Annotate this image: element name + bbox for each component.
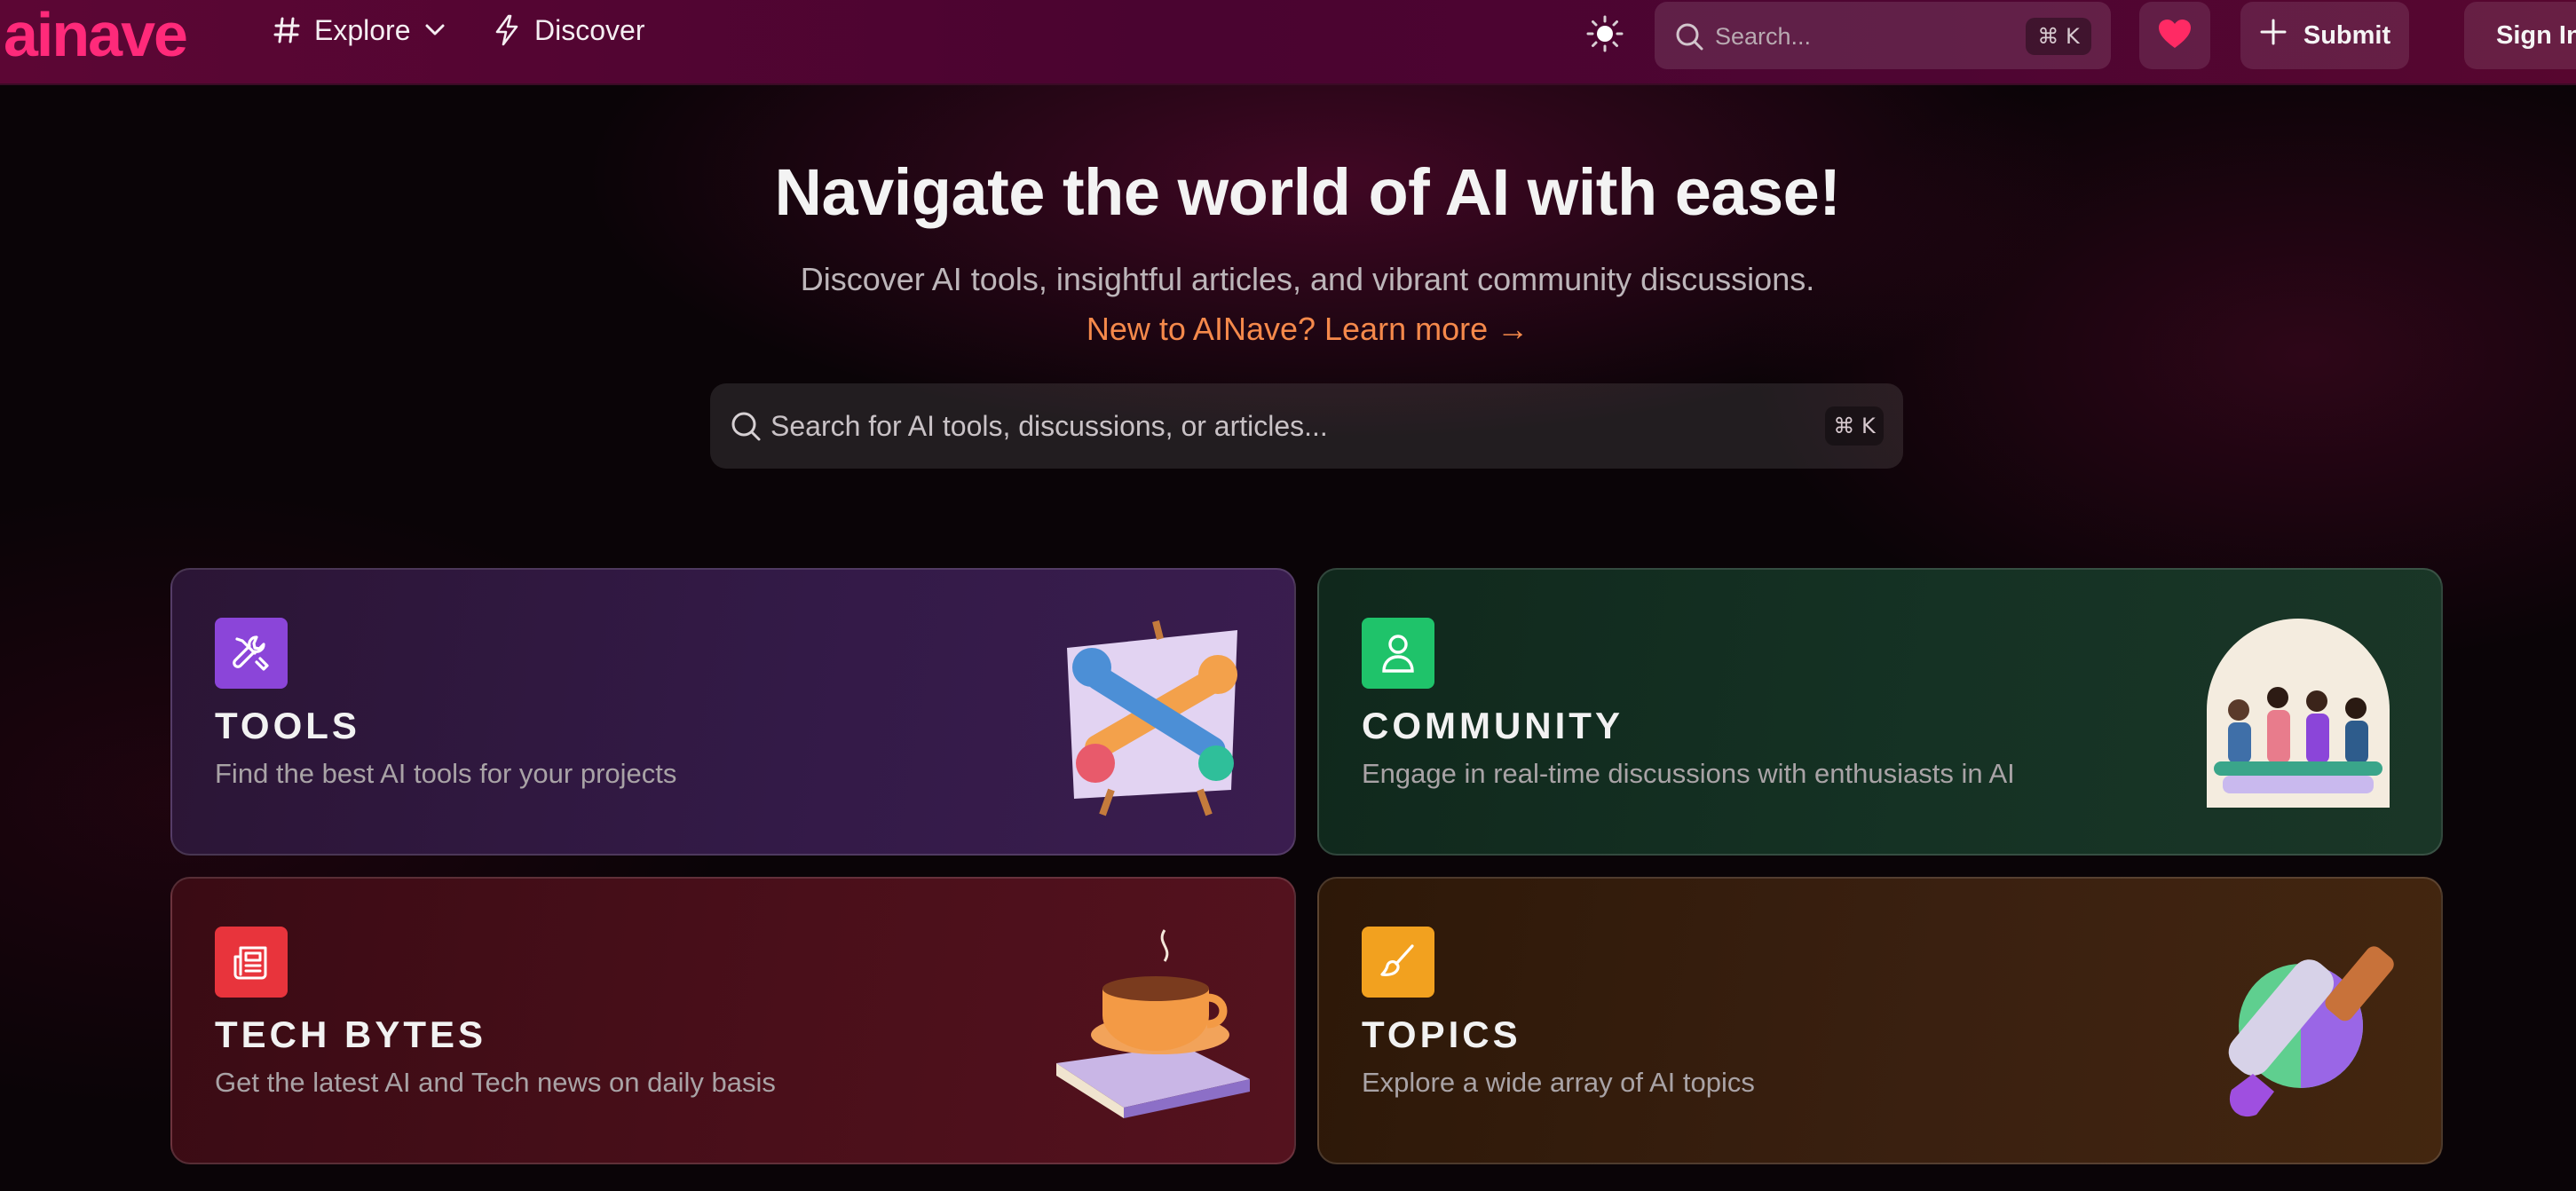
card-title: TOPICS	[1362, 1014, 1521, 1055]
submit-button[interactable]: Submit	[2240, 2, 2409, 69]
hero-subtitle: Discover AI tools, insightful articles, …	[800, 261, 1815, 297]
topics-card[interactable]: TOPICS Explore a wide array of AI topics	[1317, 877, 2443, 1164]
card-description: Engage in real-time discussions with ent…	[1362, 758, 2015, 789]
keyboard-shortcut-badge: ⌘ K	[1825, 406, 1884, 446]
tools-card[interactable]: TOOLS Find the best AI tools for your pr…	[170, 568, 1296, 856]
hash-icon	[273, 16, 300, 44]
nav-explore-label: Explore	[314, 13, 411, 46]
header-search-input[interactable]: Search... ⌘ K	[1655, 2, 2111, 69]
ainave-logo[interactable]: ainave	[4, 4, 188, 66]
card-description: Explore a wide array of AI topics	[1362, 1067, 1755, 1098]
user-icon	[1362, 618, 1434, 689]
card-title: TOOLS	[215, 705, 360, 746]
card-title: COMMUNITY	[1362, 705, 1624, 746]
hero-search-input[interactable]: Search for AI tools, discussions, or art…	[710, 383, 1903, 469]
plus-icon	[2259, 18, 2288, 53]
wrench-easel-illustration	[1049, 612, 1253, 816]
tools-icon	[215, 618, 288, 689]
sun-icon	[1585, 14, 1624, 58]
favorites-button[interactable]	[2139, 2, 2210, 69]
hero-title: Navigate the world of AI with ease!	[774, 155, 1841, 229]
nav-explore[interactable]: Explore	[273, 11, 445, 50]
top-navbar: ainave Explore Discover Search... ⌘ K Su…	[0, 0, 2576, 85]
nav-discover-label: Discover	[534, 13, 645, 46]
hero-search-placeholder: Search for AI tools, discussions, or art…	[770, 410, 1328, 442]
sign-in-button[interactable]: Sign In	[2464, 2, 2576, 69]
nav-discover[interactable]: Discover	[494, 11, 644, 50]
tech-bytes-card[interactable]: TECH BYTES Get the latest AI and Tech ne…	[170, 877, 1296, 1164]
chevron-down-icon	[425, 24, 445, 36]
card-description: Get the latest AI and Tech news on daily…	[215, 1067, 776, 1098]
card-title: TECH BYTES	[215, 1014, 487, 1055]
brush-icon	[1362, 927, 1434, 998]
search-icon	[1674, 21, 1704, 56]
card-description: Find the best AI tools for your projects	[215, 758, 677, 789]
coffee-book-illustration	[1049, 921, 1253, 1125]
newspaper-icon	[215, 927, 288, 998]
heart-icon	[2157, 18, 2193, 54]
learn-more-link[interactable]: New to AINave? Learn more →	[0, 311, 2576, 348]
sign-in-label: Sign In	[2496, 20, 2576, 50]
paintbrush-globe-illustration	[2196, 921, 2400, 1125]
lightning-icon	[494, 14, 520, 46]
submit-label: Submit	[2303, 20, 2391, 50]
keyboard-shortcut-badge: ⌘ K	[2026, 18, 2091, 55]
header-search-placeholder: Search...	[1715, 23, 1812, 50]
theme-toggle-button[interactable]	[1585, 14, 1624, 58]
search-icon	[730, 410, 762, 446]
people-discussion-illustration	[2196, 612, 2400, 816]
community-card[interactable]: COMMUNITY Engage in real-time discussion…	[1317, 568, 2443, 856]
